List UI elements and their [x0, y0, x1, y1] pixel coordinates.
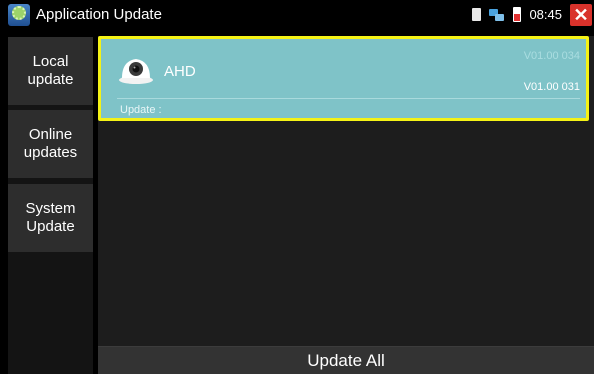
clock: 08:45 [529, 7, 562, 22]
dome-camera-icon [119, 59, 153, 84]
close-icon[interactable]: ✕ [570, 3, 592, 26]
status-bar: Application Update 08:45 ✕ [0, 0, 594, 29]
card-divider [117, 98, 580, 99]
network-icon [489, 8, 505, 21]
sd-card-icon [472, 8, 482, 21]
sidebar: Local update Online updates System Updat… [8, 37, 93, 374]
upgrade-gear-icon [8, 3, 30, 26]
battery-icon [513, 7, 522, 22]
update-all-button[interactable]: Update All [98, 346, 594, 374]
sidebar-item-online-updates[interactable]: Online updates [8, 110, 93, 178]
app-update-card[interactable]: AHD V01.00 034 V01.00 031 Update : [98, 36, 589, 121]
app-name: AHD [164, 63, 196, 80]
current-version: V01.00 031 [523, 81, 580, 93]
update-list: AHD V01.00 034 V01.00 031 Update : [98, 36, 594, 374]
latest-version: V01.00 034 [523, 50, 580, 62]
sidebar-item-local-update[interactable]: Local update [8, 37, 93, 105]
sidebar-item-system-update[interactable]: System Update [8, 184, 93, 252]
status-icons: 08:45 ✕ [472, 0, 594, 29]
app-title: Application Update [36, 6, 162, 23]
update-status-label: Update : [120, 104, 162, 116]
